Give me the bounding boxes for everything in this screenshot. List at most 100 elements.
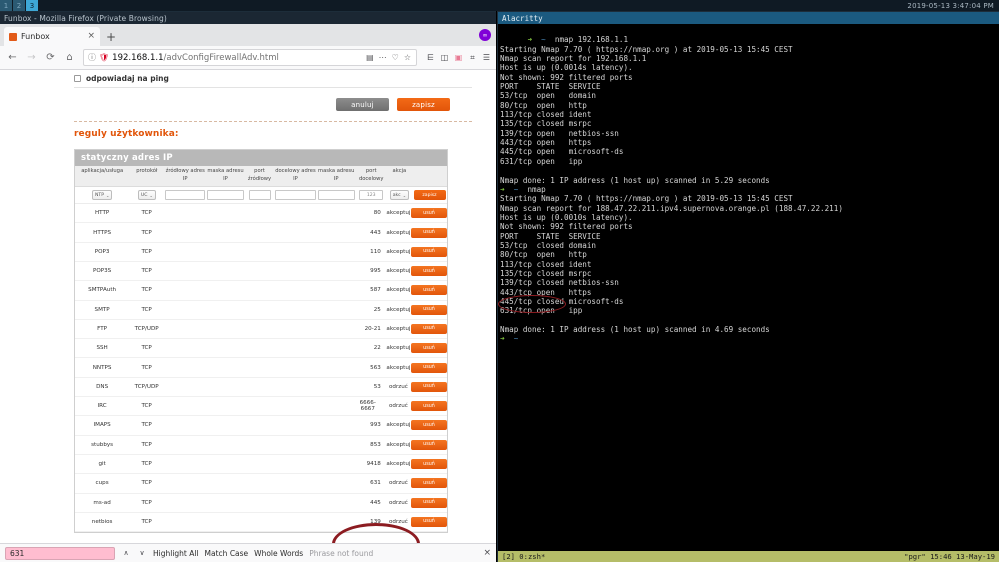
terminal-output[interactable]: ➜ ~ nmap 192.168.1.1 Starting Nmap 7.70 …	[498, 24, 999, 551]
delete-rule-button[interactable]: usuń	[411, 382, 447, 392]
new-tab-button[interactable]: +	[100, 31, 122, 46]
rule-protocol: TCP/UDP	[129, 320, 164, 338]
protocol-select-value: UC	[141, 193, 148, 198]
rule-dest-mask	[316, 416, 355, 434]
back-button-icon[interactable]: ←	[4, 49, 21, 66]
delete-rule-button[interactable]: usuń	[411, 420, 447, 430]
close-tab-icon[interactable]: ×	[87, 32, 95, 41]
rule-protocol: TCP	[129, 281, 164, 299]
reader-mode-icon[interactable]: ▤	[365, 53, 375, 62]
page-actions-icon[interactable]: ⋯	[378, 53, 388, 62]
reload-button-icon[interactable]: ⟳	[42, 49, 59, 66]
rule-protocol: TCP	[129, 436, 164, 454]
match-case-button[interactable]: Match Case	[205, 549, 249, 558]
rule-source-ip	[164, 455, 206, 473]
delete-rule-button[interactable]: usuń	[411, 208, 447, 218]
delete-rule-button[interactable]: usuń	[411, 343, 447, 353]
source-mask-input[interactable]	[207, 190, 244, 200]
browser-tab-funbox[interactable]: Funbox ×	[4, 27, 100, 46]
private-shield-icon[interactable]: ▣	[453, 53, 464, 62]
rule-source-port	[244, 474, 273, 492]
column-header-source-port: port źródłowy	[245, 168, 274, 183]
delete-rule-button[interactable]: usuń	[411, 266, 447, 276]
delete-rule-button[interactable]: usuń	[411, 498, 447, 508]
dest-port-input[interactable]: 123	[359, 190, 383, 200]
rule-source-port	[244, 378, 273, 396]
home-button-icon[interactable]: ⌂	[61, 49, 78, 66]
delete-rule-button[interactable]: usuń	[411, 285, 447, 295]
firefox-toolbar-icons: ⋿ ◫ ▣ ⌗ ☰	[422, 53, 492, 63]
firefox-tab-strip: Funbox × + ∞	[0, 24, 496, 46]
rule-protocol: TCP	[129, 513, 164, 531]
find-previous-icon[interactable]: ∧	[121, 549, 131, 557]
workspace-button-2[interactable]: 2	[13, 0, 26, 11]
add-rule-button[interactable]: zapisz	[414, 190, 446, 200]
rule-source-ip	[164, 204, 206, 222]
url-path: /advConfigFirewallAdv.html	[164, 53, 279, 63]
cancel-button[interactable]: anuluj	[336, 98, 389, 111]
url-bar[interactable]: ⓘ 🛡 192.168.1.1/advConfigFirewallAdv.htm…	[83, 49, 417, 66]
rule-action: akceptuj	[386, 455, 411, 473]
sidebar-icon[interactable]: ◫	[439, 53, 450, 62]
dest-mask-input[interactable]	[318, 190, 355, 200]
url-text: 192.168.1.1/advConfigFirewallAdv.html	[112, 53, 362, 63]
delete-rule-button[interactable]: usuń	[411, 324, 447, 334]
highlight-all-button[interactable]: Highlight All	[153, 549, 199, 558]
new-rule-action-cell: akc⌄	[387, 190, 412, 200]
rule-delete-cell: usuń	[411, 223, 447, 241]
rule-source-ip	[164, 339, 206, 357]
rule-source-port	[244, 436, 273, 454]
delete-rule-button[interactable]: usuń	[411, 247, 447, 257]
page-info-icon[interactable]: ⓘ	[88, 52, 96, 63]
library-icon[interactable]: ⋿	[425, 53, 436, 62]
delete-rule-button[interactable]: usuń	[411, 517, 447, 527]
new-rule-dest-port-cell: 123	[356, 190, 387, 200]
rule-source-ip	[164, 358, 206, 376]
chevron-down-icon: ⌄	[106, 193, 109, 198]
rule-application: SSH	[75, 339, 129, 357]
workspace-button-3[interactable]: 3	[26, 0, 39, 11]
delete-rule-button[interactable]: usuń	[411, 401, 447, 411]
firefox-navigation-toolbar: ← → ⟳ ⌂ ⓘ 🛡 192.168.1.1/advConfigFirewal…	[0, 46, 496, 70]
delete-rule-button[interactable]: usuń	[411, 478, 447, 488]
site-favicon	[9, 33, 17, 41]
ping-checkbox[interactable]	[74, 75, 81, 82]
rule-protocol: TCP	[129, 474, 164, 492]
rule-action: odrzuć	[386, 378, 411, 396]
find-input[interactable]: 631	[5, 547, 115, 560]
rule-dest-ip	[273, 223, 316, 241]
dest-ip-input[interactable]	[275, 190, 316, 200]
find-next-icon[interactable]: ∨	[137, 549, 147, 557]
column-header-dest-mask: maska adresu IP	[317, 168, 356, 183]
rule-action: odrzuć	[386, 474, 411, 492]
rule-protocol: TCP	[129, 262, 164, 280]
table-row: DNSTCP/UDP53odrzućusuń	[75, 378, 447, 397]
rule-delete-cell: usuń	[411, 494, 447, 512]
bookmark-star-icon[interactable]: ☆	[403, 53, 412, 62]
save-button[interactable]: zapisz	[397, 98, 450, 111]
rule-source-port	[244, 358, 273, 376]
protocol-select[interactable]: UC⌄	[138, 190, 156, 200]
delete-rule-button[interactable]: usuń	[411, 305, 447, 315]
delete-rule-button[interactable]: usuń	[411, 459, 447, 469]
menu-icon[interactable]: ☰	[481, 53, 492, 62]
delete-rule-button[interactable]: usuń	[411, 228, 447, 238]
rule-application: IRC	[75, 397, 129, 415]
new-rule-source-mask-cell	[206, 190, 245, 200]
workspace-button-1[interactable]: 1	[0, 0, 13, 11]
application-select[interactable]: NTP⌄	[92, 190, 112, 200]
whole-words-button[interactable]: Whole Words	[254, 549, 303, 558]
firefox-window: Funbox - Mozilla Firefox (Private Browsi…	[0, 11, 496, 562]
action-select[interactable]: akc⌄	[390, 190, 409, 200]
rule-dest-ip	[273, 474, 316, 492]
screenshot-icon[interactable]: ⌗	[467, 53, 478, 63]
rule-delete-cell: usuń	[411, 262, 447, 280]
close-findbar-icon[interactable]: ×	[483, 548, 491, 558]
rule-delete-cell: usuń	[411, 281, 447, 299]
rule-dest-ip	[273, 436, 316, 454]
delete-rule-button[interactable]: usuń	[411, 440, 447, 450]
source-ip-input[interactable]	[165, 190, 205, 200]
source-port-input[interactable]	[249, 190, 271, 200]
delete-rule-button[interactable]: usuń	[411, 363, 447, 373]
pocket-icon[interactable]: ♡	[391, 53, 400, 62]
